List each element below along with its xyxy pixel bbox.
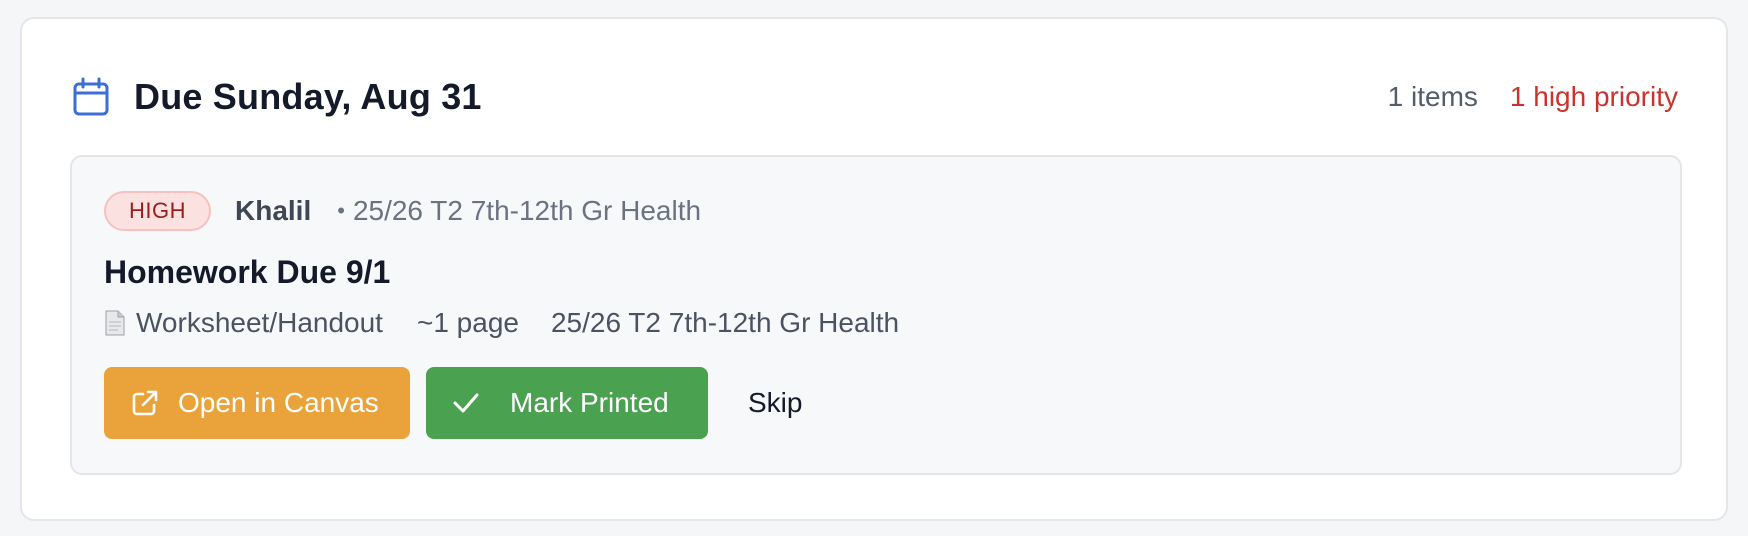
- page-title: Due Sunday, Aug 31: [134, 76, 482, 117]
- header-stats: 1 items 1 high priority: [1388, 81, 1678, 113]
- due-date-card: Due Sunday, Aug 31 1 items 1 high priori…: [20, 17, 1728, 521]
- assignment-type: Worksheet/Handout: [136, 307, 383, 338]
- course-detail: 25/26 T2 7th-12th Gr Health: [550, 307, 900, 338]
- high-priority-count: 1 high priority: [1509, 81, 1678, 112]
- item-details: Worksheet/Handout ~1 page 25/26 T2 7th-1…: [104, 307, 899, 339]
- checkmark-icon: [452, 391, 480, 415]
- mark-printed-label: Mark Printed: [510, 387, 669, 418]
- document-icon: [104, 310, 126, 336]
- item-actions: Open in Canvas Mark Printed Skip: [104, 367, 802, 439]
- external-link-icon: [130, 388, 160, 418]
- student-name: Khalil: [235, 195, 312, 226]
- open-in-canvas-label: Open in Canvas: [178, 387, 379, 418]
- course-name: 25/26 T2 7th-12th Gr Health: [352, 195, 702, 226]
- open-in-canvas-button[interactable]: Open in Canvas: [104, 367, 410, 439]
- page-count: ~1 page: [416, 307, 519, 338]
- item-meta: HIGH Khalil • 25/26 T2 7th-12th Gr Healt…: [104, 189, 701, 233]
- calendar-icon: [72, 77, 110, 117]
- items-count: 1 items: [1387, 81, 1478, 112]
- meta-separator: •: [337, 198, 345, 223]
- priority-badge: HIGH: [104, 191, 211, 231]
- skip-button[interactable]: Skip: [748, 387, 802, 419]
- assignment-title: Homework Due 9/1: [104, 254, 391, 290]
- mark-printed-button[interactable]: Mark Printed: [426, 367, 708, 439]
- due-date-header: Due Sunday, Aug 31 1 items 1 high priori…: [72, 69, 1678, 125]
- assignment-item: HIGH Khalil • 25/26 T2 7th-12th Gr Healt…: [70, 155, 1682, 475]
